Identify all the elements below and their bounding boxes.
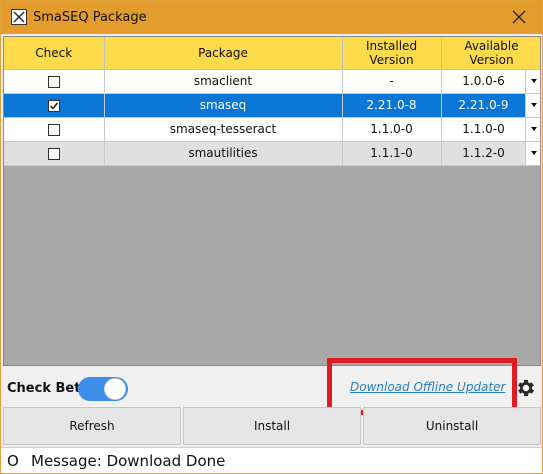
chevron-down-icon bbox=[530, 78, 537, 83]
check-beta-label: Check Beta bbox=[7, 381, 90, 396]
toggle-knob bbox=[104, 378, 126, 400]
installed-header-line2: Version bbox=[369, 52, 414, 67]
available-header-line1: Available bbox=[464, 38, 519, 53]
version-dropdown-button[interactable] bbox=[524, 93, 540, 117]
package-window: SmaSEQ Package Check Package Installed V… bbox=[0, 0, 543, 474]
check-beta-toggle[interactable] bbox=[78, 377, 128, 401]
download-offline-updater-link[interactable]: Download Offline Updater bbox=[350, 380, 505, 394]
available-header-line2: Version bbox=[469, 52, 514, 67]
installed-version-cell: 2.21.0-8 bbox=[342, 93, 442, 118]
check-cell[interactable] bbox=[4, 117, 105, 142]
app-icon bbox=[11, 9, 27, 25]
title-bar: SmaSEQ Package bbox=[1, 1, 542, 34]
table-row[interactable]: smaseq 2.21.0-8 2.21.0-9 bbox=[4, 93, 540, 118]
available-version-cell[interactable]: 1.1.0-0 bbox=[441, 117, 540, 142]
package-checkbox[interactable] bbox=[47, 99, 60, 112]
gear-icon[interactable] bbox=[515, 377, 537, 399]
column-header-available-version[interactable]: Available Version bbox=[441, 37, 540, 70]
available-version-value: 1.0.0-6 bbox=[462, 74, 505, 88]
check-cell[interactable] bbox=[4, 141, 105, 166]
package-checkbox[interactable] bbox=[47, 147, 60, 160]
refresh-button[interactable]: Refresh bbox=[3, 407, 181, 445]
package-cell: smaclient bbox=[104, 69, 343, 94]
installed-version-cell: 1.1.0-0 bbox=[342, 117, 442, 142]
installed-version-cell: - bbox=[342, 69, 442, 94]
check-cell[interactable] bbox=[4, 69, 105, 94]
available-version-cell[interactable]: 1.1.2-0 bbox=[441, 141, 540, 166]
status-bar: O Message: Download Done bbox=[1, 447, 542, 473]
table-row[interactable]: smautilities 1.1.1-0 1.1.2-0 bbox=[4, 141, 540, 166]
package-checkbox[interactable] bbox=[47, 75, 60, 88]
column-header-package[interactable]: Package bbox=[104, 37, 343, 70]
column-header-installed-version[interactable]: Installed Version bbox=[342, 37, 442, 70]
installed-header-line1: Installed bbox=[365, 38, 418, 53]
close-icon bbox=[512, 10, 526, 24]
chevron-down-icon bbox=[530, 150, 537, 155]
table-row[interactable]: smaseq-tesseract 1.1.0-0 1.1.0-0 bbox=[4, 117, 540, 142]
version-dropdown-button[interactable] bbox=[524, 117, 540, 141]
checkmark-icon bbox=[49, 102, 58, 110]
install-button[interactable]: Install bbox=[183, 407, 361, 445]
available-version-cell[interactable]: 2.21.0-9 bbox=[441, 93, 540, 118]
column-header-check[interactable]: Check bbox=[4, 37, 105, 70]
installed-version-cell: 1.1.1-0 bbox=[342, 141, 442, 166]
chevron-down-icon bbox=[530, 102, 537, 107]
available-version-value: 1.1.2-0 bbox=[462, 146, 505, 160]
package-table: Check Package Installed Version Availabl… bbox=[4, 37, 540, 166]
chevron-down-icon bbox=[530, 126, 537, 131]
uninstall-button[interactable]: Uninstall bbox=[363, 407, 541, 445]
status-message: Message: Download Done bbox=[31, 452, 226, 470]
close-button[interactable] bbox=[496, 1, 542, 34]
version-dropdown-button[interactable] bbox=[524, 69, 540, 93]
package-checkbox[interactable] bbox=[47, 123, 60, 136]
window-title: SmaSEQ Package bbox=[33, 10, 147, 25]
available-version-cell[interactable]: 1.0.0-6 bbox=[441, 69, 540, 94]
package-grid[interactable]: Check Package Installed Version Availabl… bbox=[3, 36, 541, 366]
table-row[interactable]: smaclient - 1.0.0-6 bbox=[4, 69, 540, 94]
package-cell: smautilities bbox=[104, 141, 343, 166]
version-dropdown-button[interactable] bbox=[524, 141, 540, 165]
table-header-row: Check Package Installed Version Availabl… bbox=[4, 37, 540, 70]
check-cell[interactable] bbox=[4, 93, 105, 118]
available-version-value: 2.21.0-9 bbox=[458, 98, 509, 112]
status-indicator: O bbox=[7, 452, 19, 470]
package-cell: smaseq bbox=[104, 93, 343, 118]
package-cell: smaseq-tesseract bbox=[104, 117, 343, 142]
available-version-value: 1.1.0-0 bbox=[462, 122, 505, 136]
